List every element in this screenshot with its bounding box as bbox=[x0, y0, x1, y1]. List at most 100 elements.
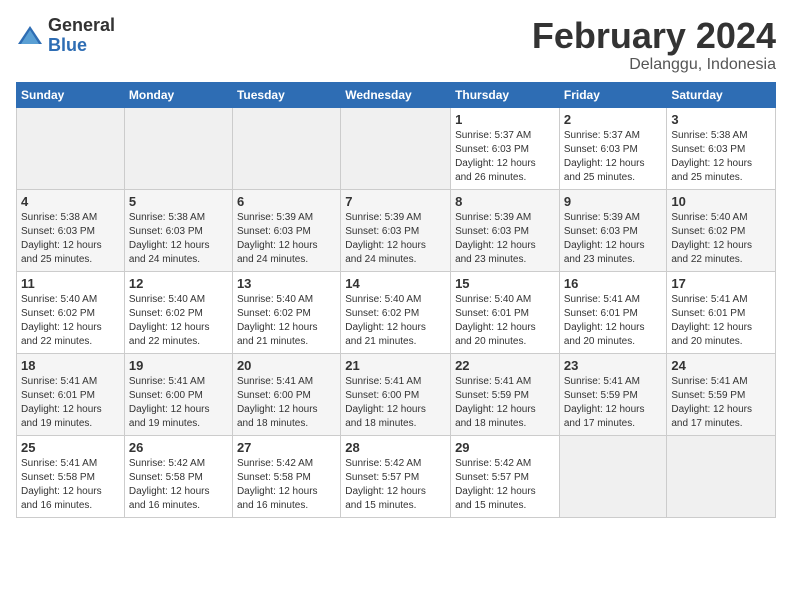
day-info: Sunrise: 5:39 AM Sunset: 6:03 PM Dayligh… bbox=[345, 211, 446, 267]
day-number: 14 bbox=[345, 276, 446, 291]
calendar-week-row: 1 Sunrise: 5:37 AM Sunset: 6:03 PM Daylig… bbox=[17, 107, 776, 189]
calendar-cell bbox=[17, 107, 125, 189]
day-number: 18 bbox=[21, 358, 120, 373]
day-info: Sunrise: 5:39 AM Sunset: 6:03 PM Dayligh… bbox=[237, 211, 336, 267]
calendar-cell bbox=[341, 107, 451, 189]
day-info: Sunrise: 5:42 AM Sunset: 5:58 PM Dayligh… bbox=[237, 457, 336, 513]
day-number: 17 bbox=[671, 276, 771, 291]
logo-icon bbox=[16, 22, 44, 50]
logo: General Blue bbox=[16, 16, 115, 56]
calendar-cell bbox=[667, 435, 776, 517]
day-info: Sunrise: 5:41 AM Sunset: 6:01 PM Dayligh… bbox=[671, 293, 771, 349]
day-info: Sunrise: 5:41 AM Sunset: 6:01 PM Dayligh… bbox=[21, 375, 120, 431]
title-block: February 2024 Delanggu, Indonesia bbox=[532, 16, 776, 74]
page-header: General Blue February 2024 Delanggu, Ind… bbox=[16, 16, 776, 74]
day-info: Sunrise: 5:40 AM Sunset: 6:02 PM Dayligh… bbox=[21, 293, 120, 349]
calendar-cell: 15 Sunrise: 5:40 AM Sunset: 6:01 PM Dayli… bbox=[451, 271, 560, 353]
weekday-header: Monday bbox=[124, 82, 232, 107]
logo-text: General Blue bbox=[48, 16, 115, 56]
day-info: Sunrise: 5:41 AM Sunset: 5:59 PM Dayligh… bbox=[564, 375, 663, 431]
day-info: Sunrise: 5:41 AM Sunset: 5:59 PM Dayligh… bbox=[455, 375, 555, 431]
day-number: 13 bbox=[237, 276, 336, 291]
calendar-cell: 24 Sunrise: 5:41 AM Sunset: 5:59 PM Dayli… bbox=[667, 353, 776, 435]
day-info: Sunrise: 5:38 AM Sunset: 6:03 PM Dayligh… bbox=[21, 211, 120, 267]
day-number: 21 bbox=[345, 358, 446, 373]
weekday-header: Saturday bbox=[667, 82, 776, 107]
day-number: 10 bbox=[671, 194, 771, 209]
day-info: Sunrise: 5:38 AM Sunset: 6:03 PM Dayligh… bbox=[129, 211, 228, 267]
day-number: 22 bbox=[455, 358, 555, 373]
day-number: 5 bbox=[129, 194, 228, 209]
day-info: Sunrise: 5:37 AM Sunset: 6:03 PM Dayligh… bbox=[455, 129, 555, 185]
day-number: 11 bbox=[21, 276, 120, 291]
calendar-cell bbox=[559, 435, 667, 517]
day-info: Sunrise: 5:40 AM Sunset: 6:02 PM Dayligh… bbox=[237, 293, 336, 349]
calendar-cell: 19 Sunrise: 5:41 AM Sunset: 6:00 PM Dayli… bbox=[124, 353, 232, 435]
day-number: 3 bbox=[671, 112, 771, 127]
day-number: 1 bbox=[455, 112, 555, 127]
day-info: Sunrise: 5:39 AM Sunset: 6:03 PM Dayligh… bbox=[455, 211, 555, 267]
weekday-header: Tuesday bbox=[232, 82, 340, 107]
calendar-cell: 13 Sunrise: 5:40 AM Sunset: 6:02 PM Dayli… bbox=[232, 271, 340, 353]
calendar-cell: 4Sunrise: 5:38 AM Sunset: 6:03 PM Daylig… bbox=[17, 189, 125, 271]
calendar-cell: 10 Sunrise: 5:40 AM Sunset: 6:02 PM Dayli… bbox=[667, 189, 776, 271]
weekday-header: Thursday bbox=[451, 82, 560, 107]
calendar-cell: 6Sunrise: 5:39 AM Sunset: 6:03 PM Daylig… bbox=[232, 189, 340, 271]
calendar-cell: 23 Sunrise: 5:41 AM Sunset: 5:59 PM Dayli… bbox=[559, 353, 667, 435]
day-number: 16 bbox=[564, 276, 663, 291]
day-number: 7 bbox=[345, 194, 446, 209]
location: Delanggu, Indonesia bbox=[532, 56, 776, 74]
day-info: Sunrise: 5:42 AM Sunset: 5:58 PM Dayligh… bbox=[129, 457, 228, 513]
calendar-cell bbox=[232, 107, 340, 189]
day-info: Sunrise: 5:42 AM Sunset: 5:57 PM Dayligh… bbox=[345, 457, 446, 513]
day-number: 9 bbox=[564, 194, 663, 209]
calendar-cell: 25Sunrise: 5:41 AM Sunset: 5:58 PM Dayli… bbox=[17, 435, 125, 517]
day-info: Sunrise: 5:41 AM Sunset: 6:00 PM Dayligh… bbox=[345, 375, 446, 431]
day-number: 29 bbox=[455, 440, 555, 455]
day-info: Sunrise: 5:41 AM Sunset: 5:58 PM Dayligh… bbox=[21, 457, 120, 513]
calendar-cell: 17 Sunrise: 5:41 AM Sunset: 6:01 PM Dayli… bbox=[667, 271, 776, 353]
day-number: 24 bbox=[671, 358, 771, 373]
day-info: Sunrise: 5:40 AM Sunset: 6:02 PM Dayligh… bbox=[129, 293, 228, 349]
calendar-week-row: 18 Sunrise: 5:41 AM Sunset: 6:01 PM Dayli… bbox=[17, 353, 776, 435]
day-number: 27 bbox=[237, 440, 336, 455]
day-info: Sunrise: 5:41 AM Sunset: 5:59 PM Dayligh… bbox=[671, 375, 771, 431]
day-info: Sunrise: 5:40 AM Sunset: 6:02 PM Dayligh… bbox=[345, 293, 446, 349]
weekday-header: Wednesday bbox=[341, 82, 451, 107]
calendar-header: SundayMondayTuesdayWednesdayThursdayFrid… bbox=[17, 82, 776, 107]
calendar-cell: 7 Sunrise: 5:39 AM Sunset: 6:03 PM Daylig… bbox=[341, 189, 451, 271]
calendar-cell: 29 Sunrise: 5:42 AM Sunset: 5:57 PM Dayli… bbox=[451, 435, 560, 517]
weekday-row: SundayMondayTuesdayWednesdayThursdayFrid… bbox=[17, 82, 776, 107]
day-info: Sunrise: 5:40 AM Sunset: 6:01 PM Dayligh… bbox=[455, 293, 555, 349]
day-info: Sunrise: 5:40 AM Sunset: 6:02 PM Dayligh… bbox=[671, 211, 771, 267]
calendar-cell: 5 Sunrise: 5:38 AM Sunset: 6:03 PM Daylig… bbox=[124, 189, 232, 271]
weekday-header: Sunday bbox=[17, 82, 125, 107]
calendar-cell: 3 Sunrise: 5:38 AM Sunset: 6:03 PM Daylig… bbox=[667, 107, 776, 189]
day-number: 19 bbox=[129, 358, 228, 373]
day-info: Sunrise: 5:39 AM Sunset: 6:03 PM Dayligh… bbox=[564, 211, 663, 267]
day-info: Sunrise: 5:41 AM Sunset: 6:00 PM Dayligh… bbox=[129, 375, 228, 431]
calendar-cell: 14 Sunrise: 5:40 AM Sunset: 6:02 PM Dayli… bbox=[341, 271, 451, 353]
day-number: 28 bbox=[345, 440, 446, 455]
day-info: Sunrise: 5:38 AM Sunset: 6:03 PM Dayligh… bbox=[671, 129, 771, 185]
calendar-cell: 21 Sunrise: 5:41 AM Sunset: 6:00 PM Dayli… bbox=[341, 353, 451, 435]
day-number: 12 bbox=[129, 276, 228, 291]
day-number: 2 bbox=[564, 112, 663, 127]
day-number: 23 bbox=[564, 358, 663, 373]
calendar-cell: 2Sunrise: 5:37 AM Sunset: 6:03 PM Daylig… bbox=[559, 107, 667, 189]
calendar-week-row: 4Sunrise: 5:38 AM Sunset: 6:03 PM Daylig… bbox=[17, 189, 776, 271]
day-info: Sunrise: 5:41 AM Sunset: 6:01 PM Dayligh… bbox=[564, 293, 663, 349]
calendar-cell: 1 Sunrise: 5:37 AM Sunset: 6:03 PM Daylig… bbox=[451, 107, 560, 189]
calendar-cell: 22 Sunrise: 5:41 AM Sunset: 5:59 PM Dayli… bbox=[451, 353, 560, 435]
calendar-cell: 18 Sunrise: 5:41 AM Sunset: 6:01 PM Dayli… bbox=[17, 353, 125, 435]
day-info: Sunrise: 5:42 AM Sunset: 5:57 PM Dayligh… bbox=[455, 457, 555, 513]
weekday-header: Friday bbox=[559, 82, 667, 107]
day-number: 20 bbox=[237, 358, 336, 373]
logo-blue: Blue bbox=[48, 35, 87, 55]
calendar-cell: 28 Sunrise: 5:42 AM Sunset: 5:57 PM Dayli… bbox=[341, 435, 451, 517]
day-number: 15 bbox=[455, 276, 555, 291]
month-title: February 2024 bbox=[532, 16, 776, 56]
calendar-cell: 27 Sunrise: 5:42 AM Sunset: 5:58 PM Dayli… bbox=[232, 435, 340, 517]
calendar-cell: 9 Sunrise: 5:39 AM Sunset: 6:03 PM Daylig… bbox=[559, 189, 667, 271]
calendar-cell bbox=[124, 107, 232, 189]
